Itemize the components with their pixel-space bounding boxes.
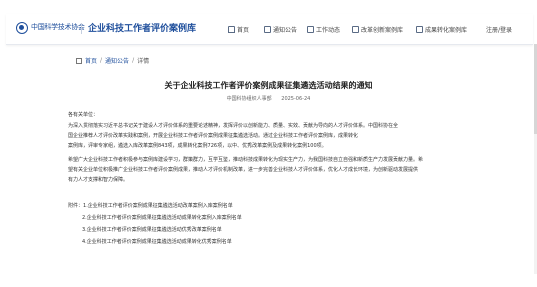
- breadcrumb: 首页 / 通知公告 / 详情: [76, 56, 149, 65]
- document-icon: [416, 25, 423, 33]
- attachment-link[interactable]: 1.企业科技工作者评价案例成果征集遴选活动改革案例入库案例名单: [83, 203, 233, 209]
- paragraph-1-line: 国企业推荐人才评价改革实践和案例，开展企业科技工作者评价案例成果征集遴选活动。通…: [68, 133, 359, 139]
- news-icon: [307, 25, 314, 33]
- article-meta: 中国科协组织人事部 2025-06-24: [0, 95, 537, 102]
- notice-icon: [264, 25, 271, 33]
- library-icon: [352, 25, 359, 33]
- page: 中国科学技术协会 企业科技工作者评价案例库 首页 通知公告 工作动态 改革创新案…: [0, 0, 537, 287]
- breadcrumb-section[interactable]: 通知公告: [105, 56, 129, 65]
- breadcrumb-home[interactable]: 首页: [85, 56, 97, 65]
- salutation: 各有关单位：: [68, 112, 99, 118]
- attachment-4[interactable]: 4.企业科技工作者评价案例成果征集遴选活动成果转化优秀案例名单: [82, 238, 232, 245]
- nav-item-label: 首页: [237, 26, 250, 34]
- org-logo-text[interactable]: 中国科学技术协会: [31, 22, 85, 32]
- home-icon: [228, 25, 235, 33]
- nav-item-notices[interactable]: 通知公告: [264, 23, 297, 35]
- breadcrumb-separator: /: [132, 57, 135, 64]
- nav-item-transfer-library[interactable]: 成果转化案例库: [416, 23, 467, 35]
- article-title: 关于企业科技工作者评价案例成果征集遴选活动结果的通知: [164, 81, 373, 90]
- paragraph-1-line: 为深入贯彻落实习近平总书记关于建设人才评价体系的重要论述精神，发挥评价以创新能力…: [68, 123, 399, 129]
- attachment-3[interactable]: 3.企业科技工作者评价案例成果征集遴选活动优秀改革案例名单: [82, 226, 222, 233]
- article-date: 2025-06-24: [281, 96, 311, 102]
- paragraph-2-line: 有力人才支撑和智力保障。: [68, 177, 129, 183]
- nav-item-reform-library[interactable]: 改革创新案例库: [352, 23, 403, 35]
- nav-item-home[interactable]: 首页: [228, 23, 249, 35]
- site-title[interactable]: 企业科技工作者评价案例库: [88, 21, 196, 34]
- attachments-label: 附件：: [68, 203, 84, 209]
- nav-item-label: 注册/登录: [486, 26, 513, 34]
- nav-item-label: 改革创新案例库: [361, 26, 404, 34]
- nav-item-label: 通知公告: [273, 26, 298, 34]
- nav-item-login[interactable]: 注册/登录: [486, 23, 512, 35]
- paragraph-2-line: 希望广大企业科技工作者积极参与案例库建设学习，群策群力，互学互鉴，推动科技成果转…: [68, 157, 424, 163]
- nav-item-label: 工作动态: [316, 26, 341, 34]
- top-navigation-bar: 中国科学技术协会 企业科技工作者评价案例库 首页 通知公告 工作动态 改革创新案…: [6, 14, 533, 45]
- article-source: 中国科协组织人事部: [226, 96, 272, 102]
- paragraph-2-line: 望有关企业单位积极推广企业科技工作者评价案例成果，推动人才评价机制改革，进一步完…: [68, 167, 419, 173]
- cast-logo-icon[interactable]: [16, 22, 28, 34]
- home-icon[interactable]: [76, 57, 82, 64]
- paragraph-1-line: 案例库，评审专家组，遴选入库改革案例843项，成果转化案例726项，以中、优秀改…: [68, 143, 327, 149]
- attachment-2[interactable]: 2.企业科技工作者评价案例成果征集遴选活动成果转化案例入库案例名单: [82, 214, 242, 221]
- nav-item-news[interactable]: 工作动态: [307, 23, 340, 35]
- breadcrumb-current: 详情: [137, 58, 150, 65]
- nav-item-label: 成果转化案例库: [425, 26, 468, 34]
- breadcrumb-separator: /: [100, 57, 103, 64]
- logo-divider: [81, 23, 82, 34]
- attachment-1[interactable]: 附件：1.企业科技工作者评价案例成果征集遴选活动改革案例入库案例名单: [68, 202, 233, 209]
